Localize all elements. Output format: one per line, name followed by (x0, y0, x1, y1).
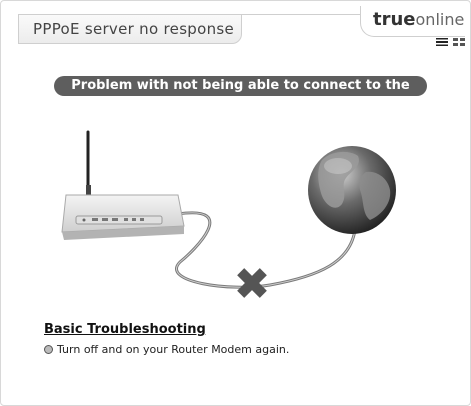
globe-icon (308, 146, 396, 234)
bullet-icon (44, 345, 53, 354)
list-item: Turn off and on your Router Modem again. (44, 343, 289, 356)
disconnected-x-icon (237, 268, 267, 298)
router-icon (61, 130, 185, 240)
troubleshooting-heading: Basic Troubleshooting (44, 322, 206, 337)
troubleshooting-step: Turn off and on your Router Modem again. (57, 343, 290, 356)
